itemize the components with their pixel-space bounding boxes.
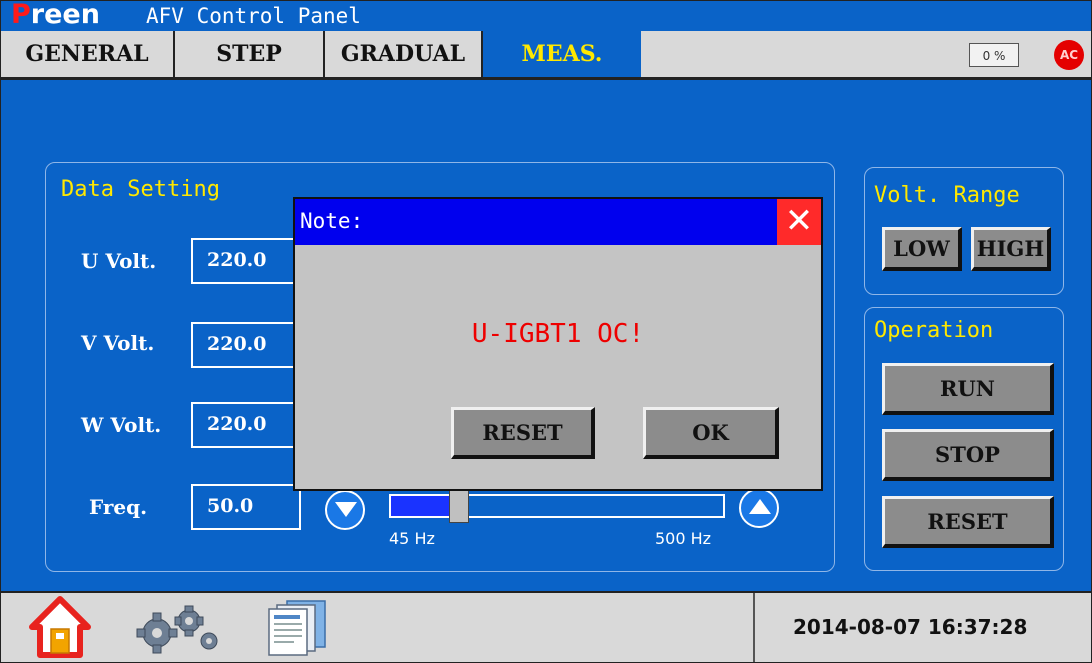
tab-step[interactable]: STEP — [175, 31, 325, 77]
freq-max-label: 500 Hz — [655, 529, 712, 548]
freq-field[interactable]: 50.0 — [191, 484, 301, 530]
freq-slider-thumb[interactable] — [449, 489, 469, 523]
u-volt-label: U Volt. — [81, 249, 157, 273]
close-icon[interactable]: ✕ — [777, 199, 821, 245]
dialog-ok-button[interactable]: OK — [643, 407, 779, 459]
dialog-message: U-IGBT1 OC! — [471, 319, 645, 349]
data-setting-title: Data Setting — [61, 177, 220, 202]
brand-logo: Preen — [11, 0, 100, 30]
freq-decrease-button[interactable] — [325, 490, 365, 530]
datetime-display: 2014-08-07 16:37:28 — [793, 615, 1028, 639]
tab-general[interactable]: GENERAL — [1, 31, 175, 77]
tab-gradual[interactable]: GRADUAL — [325, 31, 483, 77]
home-icon[interactable] — [29, 595, 91, 659]
dialog-header: Note: ✕ — [295, 199, 821, 245]
operation-title: Operation — [874, 318, 994, 343]
volt-range-title: Volt. Range — [874, 183, 1020, 208]
tab-bar: GENERAL STEP GRADUAL MEAS. 0 % AC — [1, 31, 1091, 80]
footer-bar: 2014-08-07 16:37:28 — [1, 591, 1091, 662]
tab-meas[interactable]: MEAS. — [483, 31, 641, 77]
operation-reset-button[interactable]: RESET — [882, 496, 1054, 548]
volt-range-high-button[interactable]: HIGH — [971, 227, 1051, 271]
volt-range-low-button[interactable]: LOW — [882, 227, 962, 271]
u-volt-field[interactable]: 220.0 — [191, 238, 301, 284]
w-volt-field[interactable]: 220.0 — [191, 402, 301, 448]
app-window: Preen AFV Control Panel GENERAL STEP GRA… — [0, 0, 1092, 663]
v-volt-field[interactable]: 220.0 — [191, 322, 301, 368]
settings-gears-icon[interactable] — [135, 603, 219, 655]
freq-slider-track[interactable] — [389, 494, 725, 518]
note-dialog: Note: ✕ U-IGBT1 OC! RESET OK — [293, 197, 823, 491]
w-volt-label: W Volt. — [81, 413, 162, 437]
documents-icon[interactable] — [265, 599, 329, 657]
dialog-title: Note: — [300, 209, 364, 233]
v-volt-label: V Volt. — [81, 331, 155, 355]
down-arrow-icon — [335, 502, 357, 517]
dialog-reset-button[interactable]: RESET — [451, 407, 595, 459]
title-bar: Preen AFV Control Panel — [1, 1, 1091, 31]
run-button[interactable]: RUN — [882, 363, 1054, 415]
up-arrow-icon — [749, 499, 771, 514]
percent-indicator: 0 % — [969, 43, 1019, 67]
freq-slider-fill — [391, 496, 454, 516]
ac-status-indicator: AC — [1054, 40, 1084, 70]
freq-min-label: 45 Hz — [389, 529, 435, 548]
footer-divider — [753, 593, 755, 662]
app-title: AFV Control Panel — [146, 4, 361, 28]
freq-increase-button[interactable] — [739, 488, 779, 528]
freq-label: Freq. — [89, 495, 148, 519]
stop-button[interactable]: STOP — [882, 429, 1054, 481]
